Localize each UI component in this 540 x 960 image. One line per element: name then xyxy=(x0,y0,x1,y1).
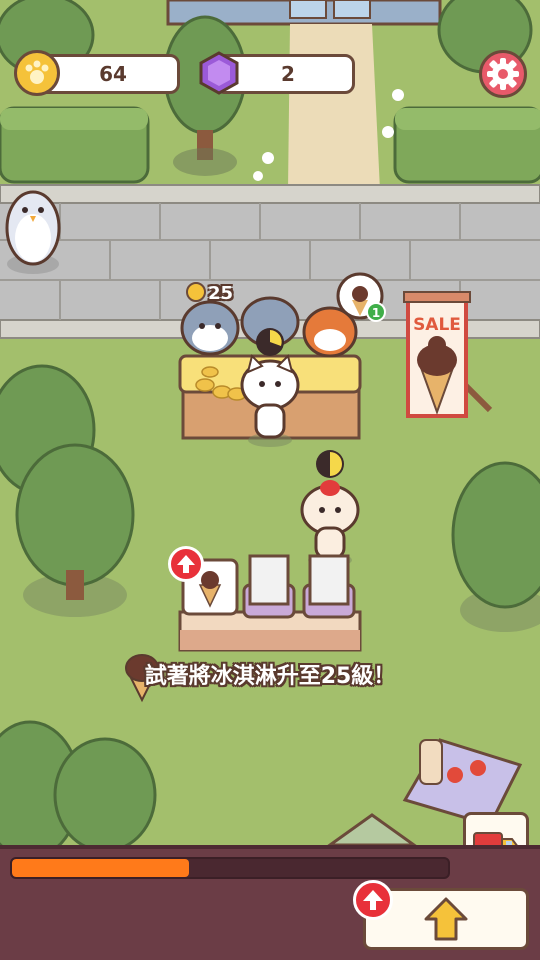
hint-message: 試著將冰淇淋升至25級！ xyxy=(144,664,396,689)
upgrade-button-badge[interactable] xyxy=(353,880,393,920)
timer-indicator xyxy=(316,450,344,478)
husky-customer-1 xyxy=(180,300,240,356)
red-up-arrow-badge-icon xyxy=(363,890,383,910)
gem-amount: 2 xyxy=(281,62,295,86)
level-progress-fill xyxy=(12,859,189,877)
coin-popup-icon xyxy=(186,282,206,302)
coin-amount: 64 xyxy=(99,62,127,86)
gear-icon xyxy=(487,58,519,90)
settings-button[interactable] xyxy=(479,50,527,98)
game-scene: SALE 1 xyxy=(0,0,540,960)
hedge-right xyxy=(393,106,540,184)
machine-upgrade-badge[interactable] xyxy=(168,546,204,582)
tree-left-2 xyxy=(15,443,135,617)
purple-gem-icon xyxy=(196,50,242,96)
order-count-badge: 1 xyxy=(372,306,380,320)
order-bubble: 1 xyxy=(336,272,386,322)
tree-right xyxy=(451,461,540,632)
sale-sign-label: SALE xyxy=(413,315,461,335)
ice-cream-machine-3 xyxy=(302,554,356,619)
paw-coin-icon xyxy=(14,50,60,96)
hedge-left xyxy=(0,106,150,184)
level-progress-bar xyxy=(10,857,450,879)
ice-cream-machine-2 xyxy=(242,554,296,619)
penguin-character xyxy=(5,190,61,274)
coin-popup-amount: 25 xyxy=(208,283,234,304)
red-up-arrow-badge-icon xyxy=(177,555,195,573)
